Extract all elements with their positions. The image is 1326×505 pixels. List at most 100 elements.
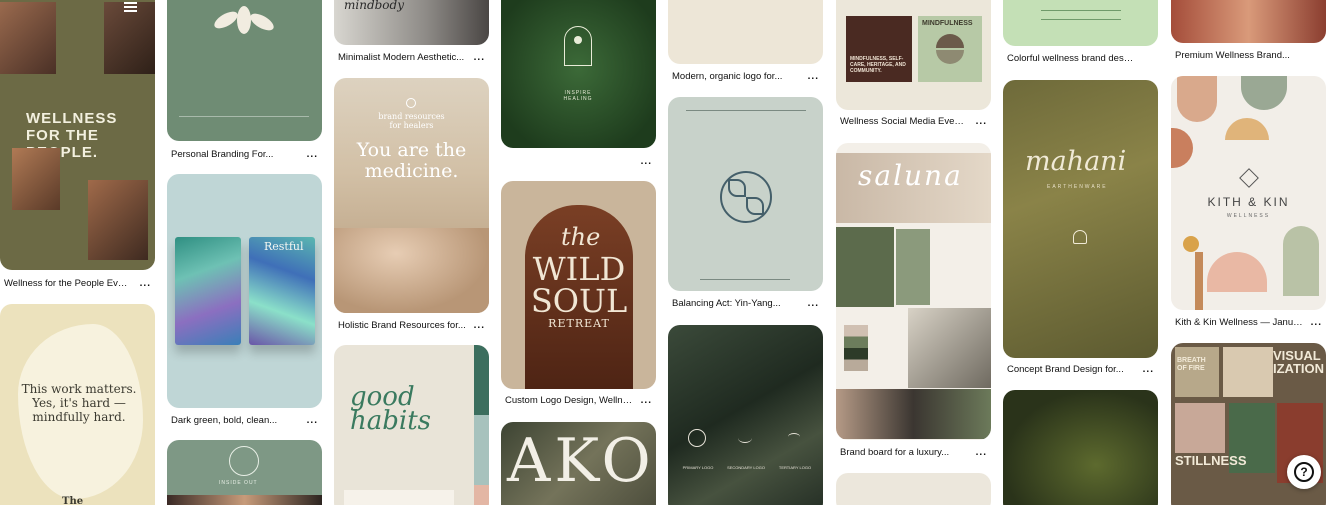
more-options-icon[interactable]: ...: [140, 278, 151, 289]
art-wordmark: AKO: [507, 426, 655, 496]
pin-good-habits[interactable]: good habits: [334, 345, 489, 505]
footer-text: [700, 279, 790, 283]
pin-fern-photo[interactable]: [1003, 390, 1158, 505]
pin-title[interactable]: Personal Branding For...: [171, 149, 273, 160]
more-options-icon[interactable]: ...: [474, 320, 485, 331]
art-soul: SOUL: [530, 282, 628, 320]
pin-title[interactable]: Concept Brand Design for...: [1007, 364, 1124, 375]
tile-text: BREATH OF FIRE: [1177, 357, 1206, 372]
tile-text: STILLNESS: [1175, 453, 1247, 468]
more-options-icon[interactable]: ...: [808, 298, 819, 309]
question-mark: ?: [1300, 465, 1308, 479]
more-options-icon[interactable]: ...: [1311, 317, 1322, 328]
pin-title[interactable]: Kith & Kin Wellness — Januar...: [1175, 317, 1303, 328]
pin-partial-cream[interactable]: [836, 473, 991, 505]
menu-icon[interactable]: [124, 2, 137, 12]
pin-dark-marble-logos[interactable]: PRIMARY LOGO SECONDARY LOGO TERTIARY LOG…: [668, 325, 823, 505]
pin-dark-green-bold-clean[interactable]: Restful: [167, 174, 322, 408]
pin-ako[interactable]: AKO: [501, 422, 656, 505]
pin-title[interactable]: Custom Logo Design, Wellne...: [505, 395, 633, 406]
pin-brand-board[interactable]: saluna: [836, 143, 991, 440]
more-options-icon[interactable]: ...: [307, 149, 318, 160]
pin-title[interactable]: Brand board for a luxury...: [840, 447, 949, 458]
pin-title[interactable]: Minimalist Modern Aesthetic...: [338, 52, 464, 63]
art-wild: WILD: [532, 250, 626, 288]
primary-logo-icon: [688, 429, 706, 447]
dot-shape: [1183, 236, 1199, 252]
pin-title[interactable]: Balancing Act: Yin-Yang...: [672, 298, 781, 309]
color-swatches: [844, 325, 868, 371]
pin-holistic-brand[interactable]: brand resources for healers You are the …: [334, 78, 489, 313]
brand-mark-icon: [1073, 230, 1087, 244]
card-text: MINDFULNESS, SELF-CARE, HERITAGE, AND CO…: [850, 56, 906, 74]
pink-panel: [474, 485, 489, 505]
hand-shape: [1177, 76, 1217, 122]
tile: [1223, 347, 1273, 397]
pin-wild-soul-retreat[interactable]: the WILD SOUL RETREAT: [501, 181, 656, 389]
pin-modern-organic[interactable]: [668, 0, 823, 64]
pin-title[interactable]: Wellness for the People Event...: [4, 278, 132, 289]
blob-shape: [1171, 128, 1193, 168]
pin-this-work-matters[interactable]: This work matters. Yes, it's hard — mind…: [0, 304, 155, 505]
more-options-icon[interactable]: ...: [474, 52, 485, 63]
arc-shape: [1225, 118, 1269, 140]
circle-logo: [229, 446, 259, 476]
fine-print: [179, 116, 309, 128]
tertiary-logo-icon: [788, 433, 800, 441]
photo-strip: [167, 495, 322, 505]
more-options-icon[interactable]: ...: [307, 415, 318, 426]
pin-title[interactable]: Dark green, bold, clean...: [171, 415, 277, 426]
sage-swatch: [896, 229, 930, 305]
hill-shape: [1207, 252, 1267, 292]
art-retreat: RETREAT: [548, 317, 610, 330]
pin-title[interactable]: Colorful wellness brand design: [1007, 53, 1135, 64]
pin-kith-kin[interactable]: KITH & KIN WELLNESS: [1171, 76, 1326, 310]
yoga-photo: [836, 389, 991, 439]
pin-title[interactable]: Premium Wellness Brand...: [1175, 50, 1290, 61]
header-text: [1041, 10, 1121, 20]
kk-logo-icon: [1239, 168, 1259, 188]
pin-balancing-act[interactable]: [668, 97, 823, 291]
logo-label: TERTIARY LOGO: [778, 465, 812, 470]
face-photo: [12, 148, 60, 210]
pin-concept-brand[interactable]: mahani EARTHENWARE: [1003, 80, 1158, 358]
art-word: mindbody: [344, 0, 404, 12]
hand-shape: [1283, 226, 1319, 296]
pin-premium-wellness[interactable]: [1171, 0, 1326, 43]
sun-logo-icon: [564, 26, 592, 66]
more-options-icon[interactable]: ...: [641, 395, 652, 406]
hand-shape: [1241, 76, 1287, 110]
face-photo: [104, 2, 155, 74]
card-word: Restful: [264, 240, 304, 253]
pin-inside-out[interactable]: INSIDE OUT: [167, 440, 322, 505]
pin-wellness-for-the-people[interactable]: WELLNESS FOR THE PEOPLE.: [0, 0, 155, 270]
pin-colorful-wellness[interactable]: [1003, 0, 1158, 46]
more-options-icon[interactable]: ...: [808, 71, 819, 82]
sun-dot-icon: [574, 36, 582, 44]
more-options-icon[interactable]: ...: [1143, 364, 1154, 375]
crest-icon: [406, 98, 416, 108]
more-options-icon[interactable]: ...: [976, 447, 987, 458]
pin-title[interactable]: Holistic Brand Resources for...: [338, 320, 466, 331]
pin-wellness-social[interactable]: MINDFULNESS, SELF-CARE, HERITAGE, AND CO…: [836, 0, 991, 110]
tile: [1175, 403, 1225, 453]
art-wordmark: good habits: [350, 382, 431, 436]
pin-title[interactable]: Wellness Social Media Event...: [840, 116, 968, 127]
logo-label: SECONDARY LOGO: [727, 465, 765, 470]
more-options-icon[interactable]: ...: [976, 116, 987, 127]
pin-forest-logo[interactable]: INSPIRE HEALING: [501, 0, 656, 148]
brand-wordmark: mahani: [1025, 146, 1127, 177]
pin-title[interactable]: Modern, organic logo for...: [672, 71, 782, 82]
card-title: MINDFULNESS: [922, 20, 973, 27]
brand-wordmark: KITH & KIN: [1207, 195, 1290, 209]
leaf-logo: [211, 6, 277, 46]
card-marbled: [249, 237, 315, 345]
more-options-icon[interactable]: ...: [641, 156, 652, 167]
pin-minimalist-modern[interactable]: mindbody: [334, 0, 489, 45]
leaf-photo: [836, 227, 894, 307]
brand-subtitle: EARTHENWARE: [1047, 184, 1108, 190]
pin-personal-branding[interactable]: [167, 0, 322, 141]
help-button[interactable]: ?: [1287, 455, 1321, 489]
art-small: brand resources for healers: [378, 112, 445, 130]
logo-tagline: INSPIRE HEALING: [563, 90, 593, 102]
